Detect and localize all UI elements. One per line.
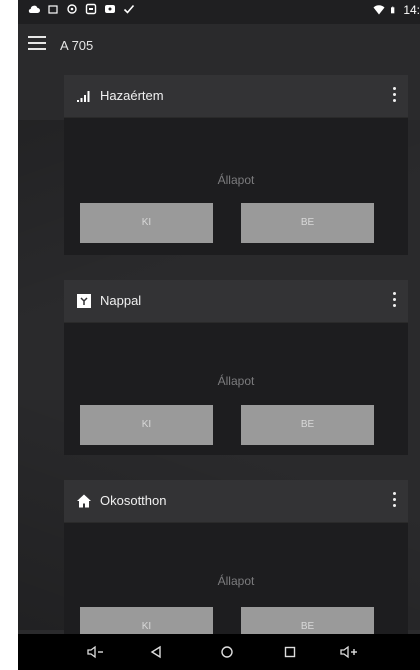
- scene-card-okosotthon: Okosotthon Állapot KI BE: [64, 480, 408, 647]
- status-icons-right: 14:: [373, 3, 420, 17]
- off-button[interactable]: KI: [80, 203, 213, 243]
- sim-icon: [48, 5, 58, 14]
- recents-icon[interactable]: [270, 634, 310, 670]
- on-button[interactable]: BE: [241, 203, 374, 243]
- cloud-icon: [28, 5, 40, 14]
- volume-up-icon[interactable]: [330, 634, 370, 670]
- home-circle-icon[interactable]: [207, 634, 247, 670]
- hamburger-menu-icon[interactable]: [28, 36, 46, 52]
- app-bar: A 705: [18, 24, 420, 68]
- more-vert-icon[interactable]: [390, 292, 398, 310]
- system-nav-bar: [18, 634, 420, 670]
- battery-icon: [391, 6, 395, 14]
- card-header: Hazaértem: [64, 75, 408, 118]
- page-title: A 705: [60, 38, 94, 53]
- card-header: Okosotthon: [64, 480, 408, 523]
- signal-bars-icon: [77, 91, 90, 102]
- wifi-icon: [373, 5, 385, 15]
- scene-card-nappal: Nappal Állapot KI BE: [64, 280, 408, 455]
- state-label: Állapot: [217, 574, 255, 588]
- off-button[interactable]: KI: [80, 405, 213, 445]
- mail-icon: [105, 5, 115, 13]
- card-title: Nappal: [100, 293, 142, 308]
- more-vert-icon[interactable]: [390, 492, 398, 510]
- state-label: Állapot: [217, 173, 255, 187]
- back-icon[interactable]: [136, 634, 176, 670]
- volume-down-icon[interactable]: [76, 634, 116, 670]
- image-icon: [85, 3, 97, 15]
- home-icon: [77, 494, 91, 508]
- card-title: Hazaértem: [100, 88, 164, 103]
- state-label: Állapot: [217, 374, 255, 388]
- status-icons-left: [28, 3, 135, 15]
- check-icon: [123, 4, 135, 14]
- sync-icon: [67, 4, 77, 14]
- sun-square-icon: [77, 294, 91, 308]
- card-header: Nappal: [64, 280, 408, 323]
- status-time: 14:: [403, 3, 420, 17]
- more-vert-icon[interactable]: [390, 87, 398, 105]
- on-button[interactable]: BE: [241, 405, 374, 445]
- app-screen: 14: A 705 Hazaértem Állapot KI BE Nappal…: [18, 0, 420, 670]
- status-bar: 14:: [18, 0, 420, 24]
- card-title: Okosotthon: [100, 493, 167, 508]
- scene-card-hazaertem: Hazaértem Állapot KI BE: [64, 75, 408, 255]
